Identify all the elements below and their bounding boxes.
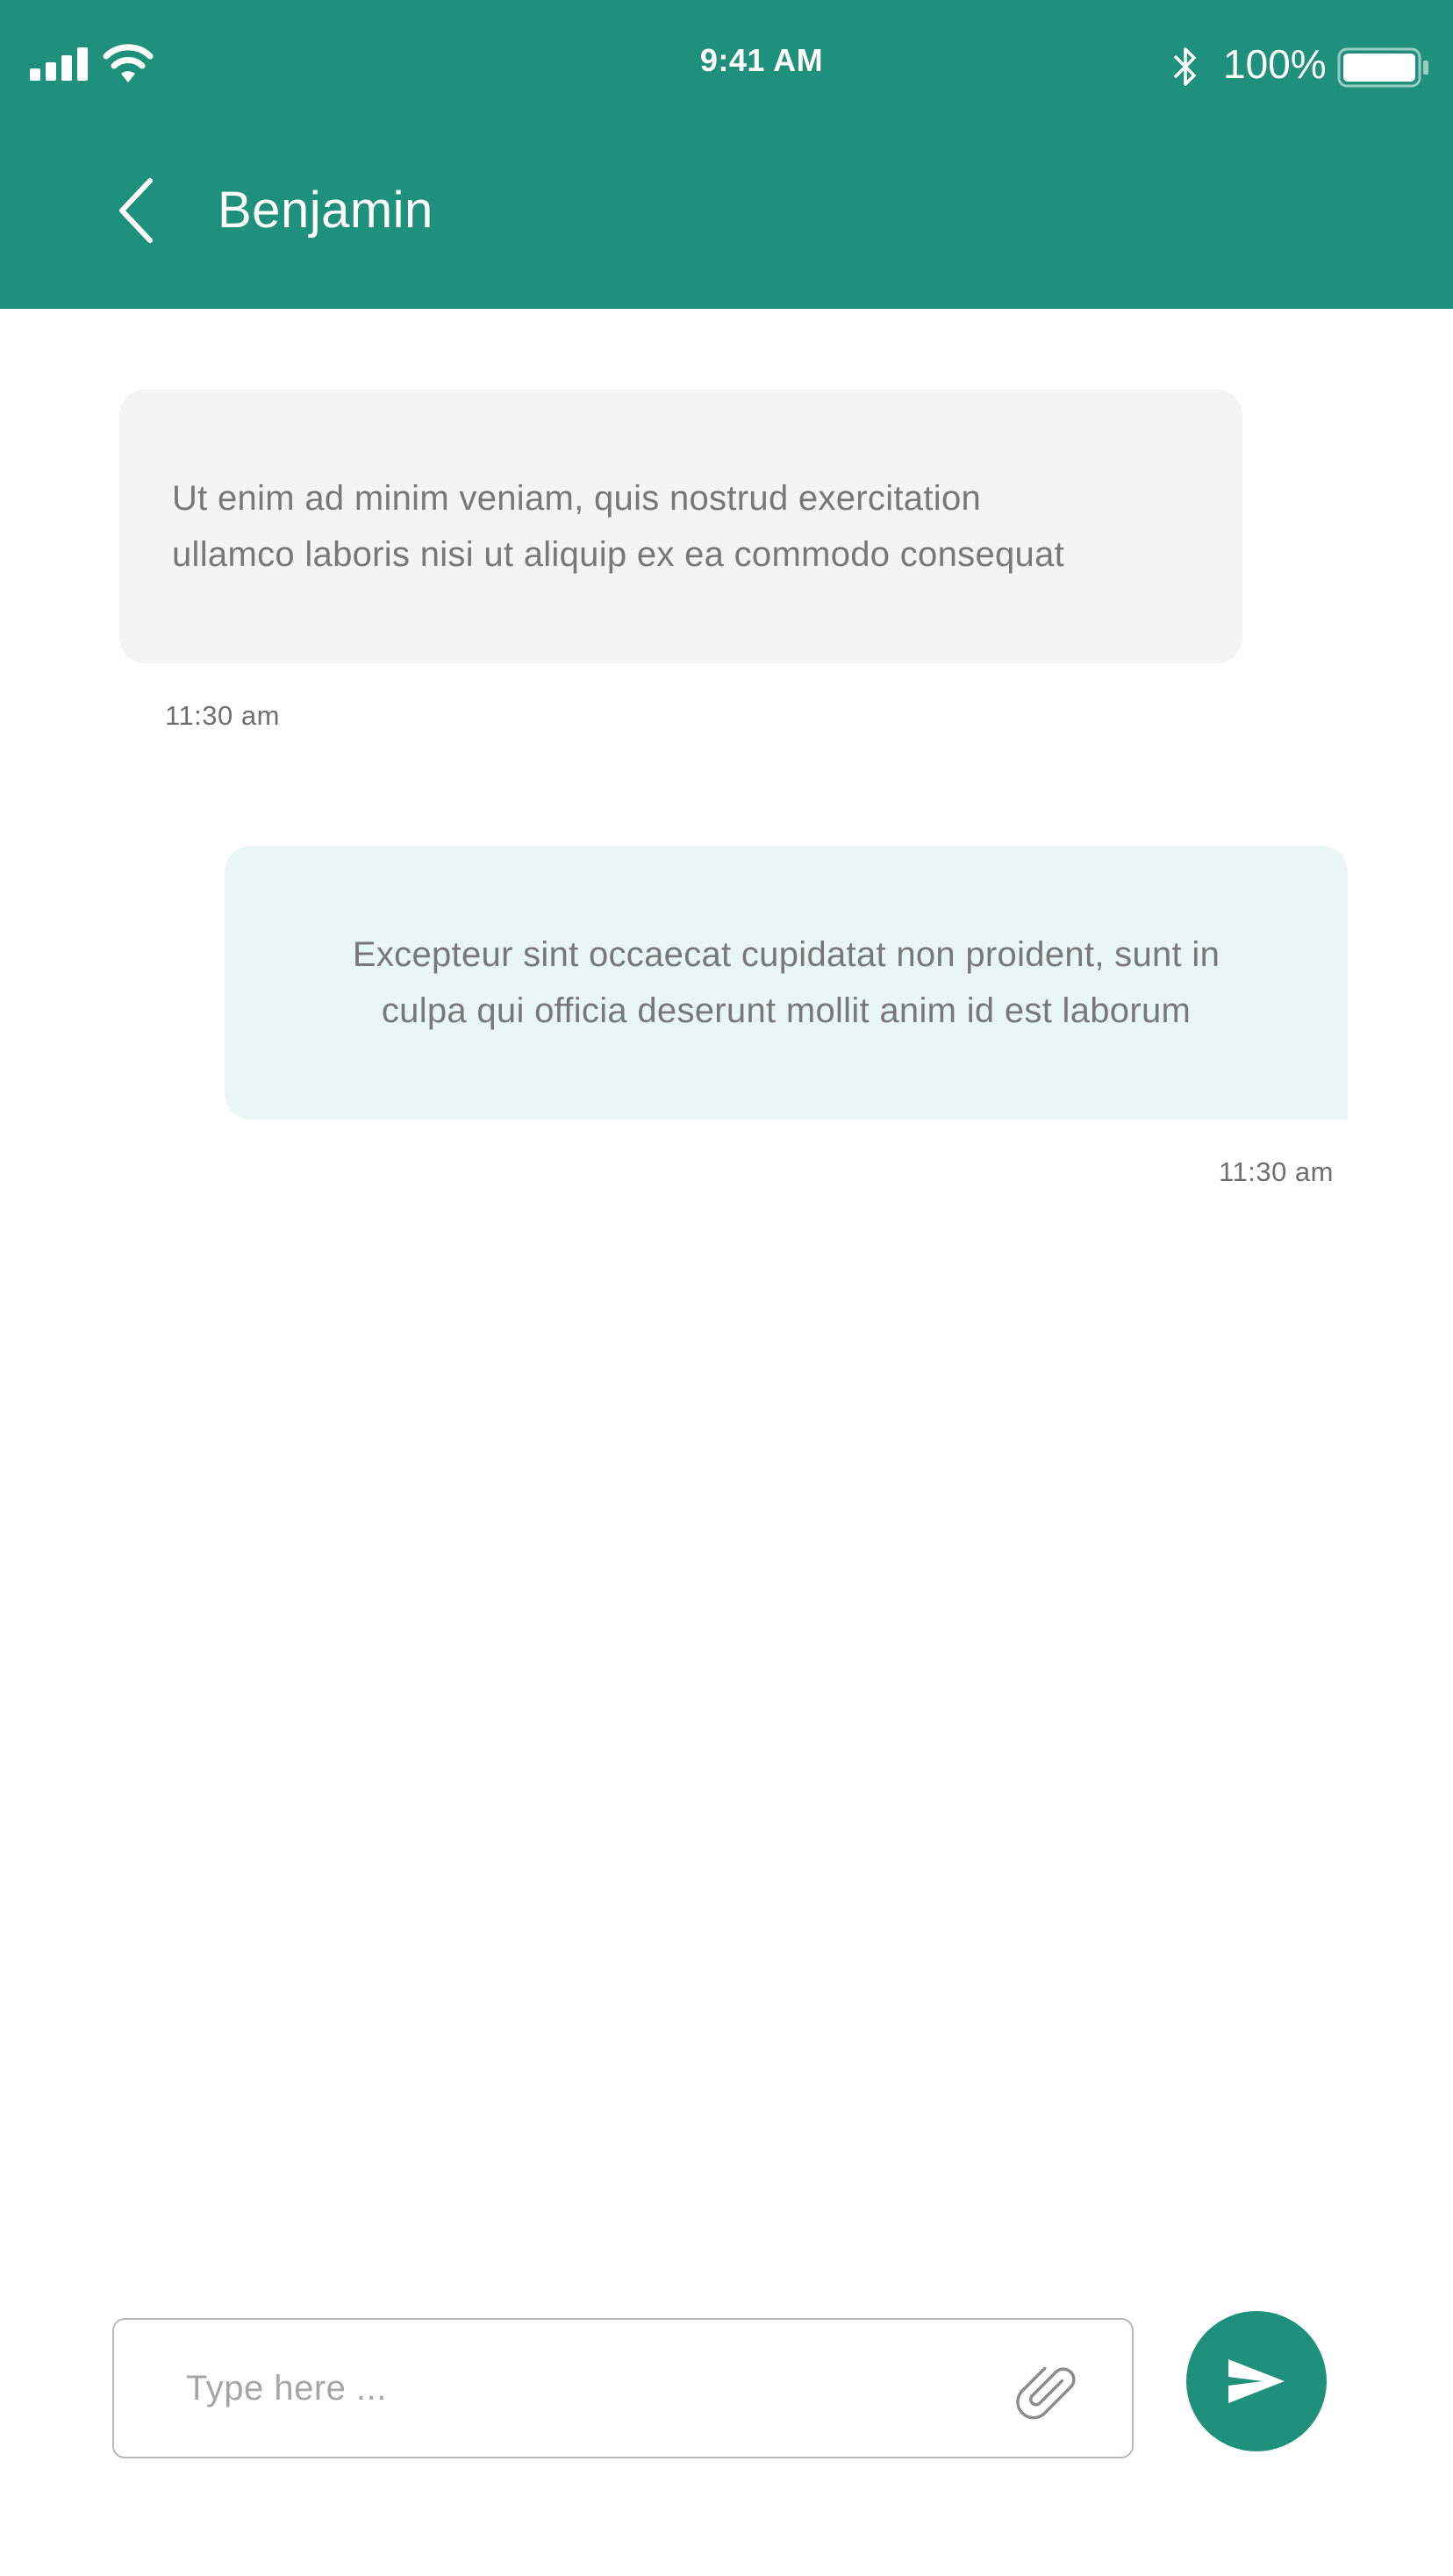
incoming-message-bubble[interactable]: Ut enim ad minim veniam, quis nostrud ex… (119, 390, 1242, 663)
battery-percent: 100% (1223, 41, 1327, 87)
message-timestamp: 11:30 am (1219, 1156, 1334, 1187)
message-input-placeholder: Type here ... (186, 2369, 387, 2408)
app-header: 9:41 AM 100% Benjamin (0, 0, 1453, 309)
outgoing-message-bubble[interactable]: Excepteur sint occaecat cupidatat non pr… (225, 846, 1348, 1120)
send-icon (1228, 2359, 1285, 2403)
message-line: ullamco laboris nisi ut aliquip ex ea co… (172, 535, 1065, 574)
message-input[interactable]: Type here ... (112, 2318, 1134, 2458)
back-button[interactable] (105, 174, 167, 247)
send-button[interactable] (1186, 2311, 1327, 2451)
message-line: Excepteur sint occaecat cupidatat non pr… (352, 935, 1220, 974)
status-bar: 9:41 AM 100% (0, 0, 1453, 132)
message-line: Ut enim ad minim veniam, quis nostrud ex… (172, 479, 982, 518)
bluetooth-icon (1173, 47, 1196, 86)
message-line: culpa qui officia deserunt mollit anim i… (381, 991, 1192, 1030)
contact-name: Benjamin (218, 182, 433, 239)
paperclip-icon (1016, 2366, 1076, 2420)
chevron-left-icon (119, 178, 153, 243)
message-timestamp: 11:30 am (165, 700, 280, 731)
attach-button[interactable] (1011, 2357, 1090, 2429)
battery-icon (1337, 47, 1428, 88)
